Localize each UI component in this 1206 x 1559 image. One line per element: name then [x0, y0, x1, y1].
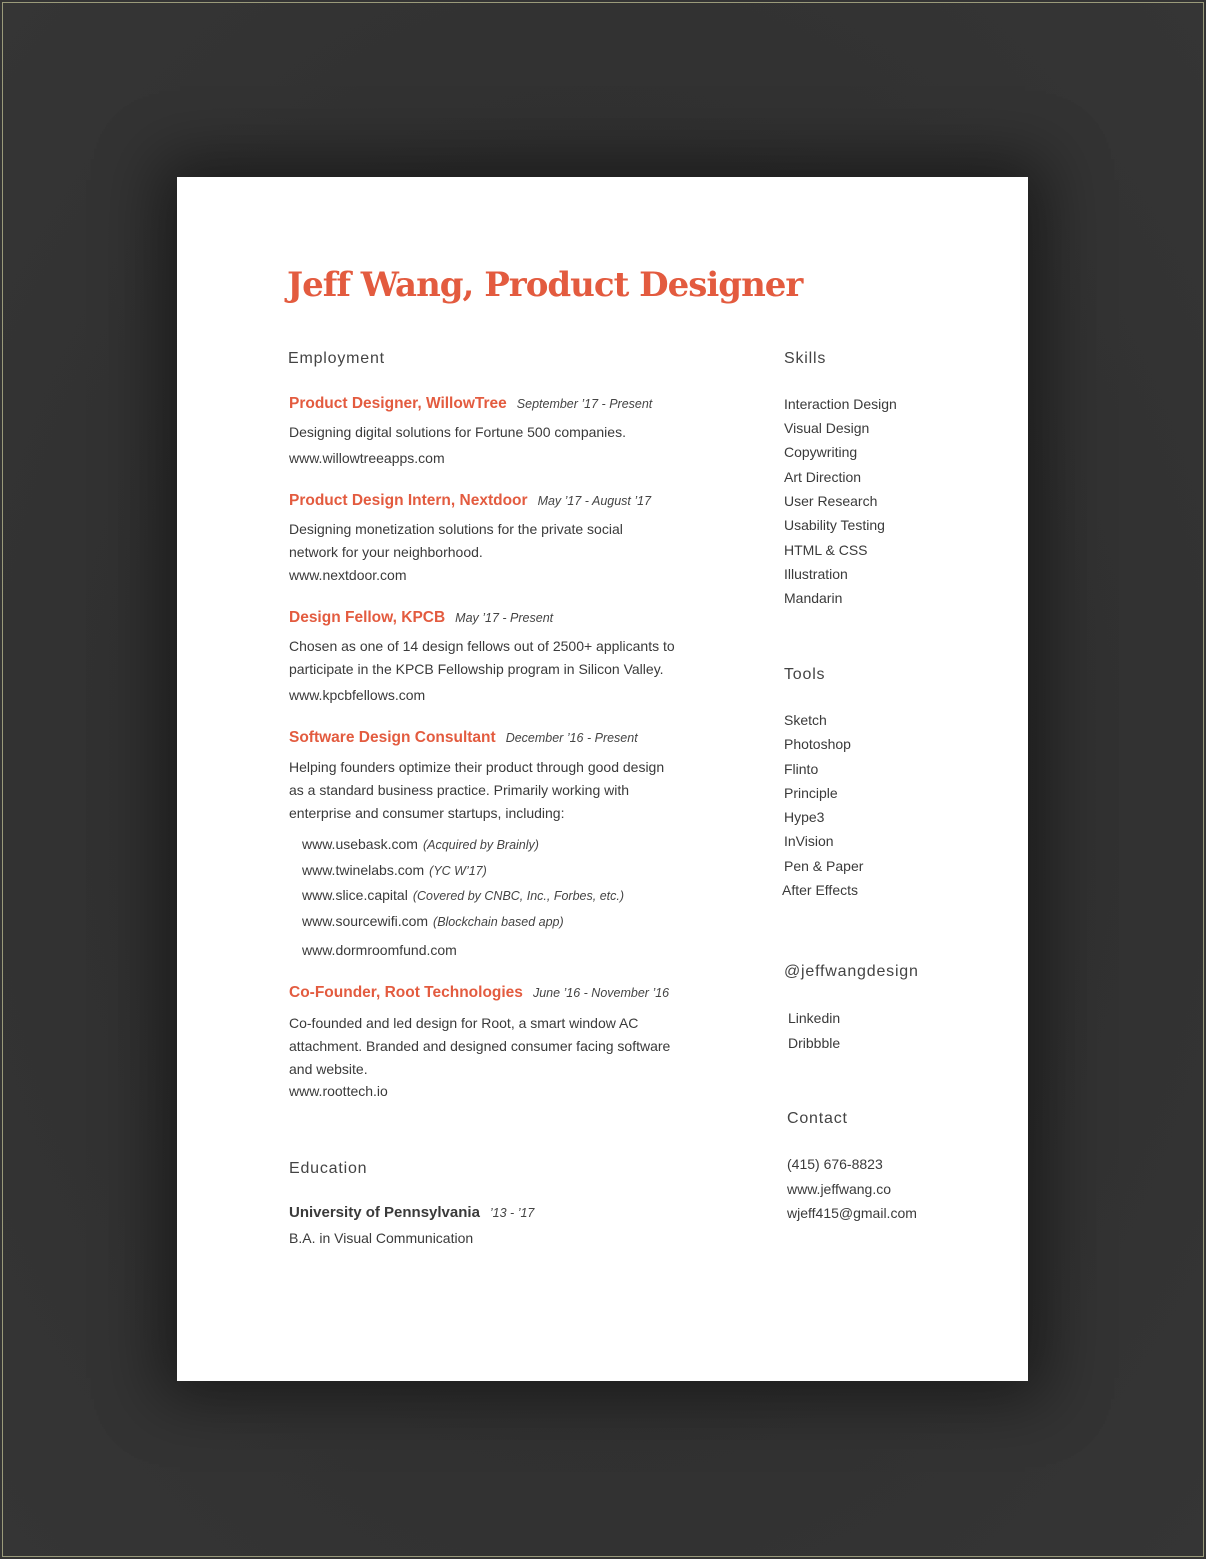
education-header: University of Pennsylvania ’13 - ’17	[289, 1204, 534, 1222]
client-note: (YC W’17)	[429, 864, 487, 878]
job-url[interactable]: www.roottech.io	[289, 1083, 388, 1099]
resume-page: Jeff Wang, Product Designer Employment P…	[177, 177, 1028, 1381]
job-description-line: attachment. Branded and designed consume…	[289, 1038, 671, 1054]
degree: B.A. in Visual Communication	[289, 1230, 474, 1246]
client-link-row: www.dormroomfund.com	[302, 942, 457, 960]
tool-item: Pen & Paper	[784, 858, 864, 874]
job-description-line: Helping founders optimize their product …	[289, 759, 665, 775]
job-description: Designing digital solutions for Fortune …	[289, 424, 626, 440]
job-description-line: Designing monetization solutions for the…	[289, 521, 623, 537]
skill-item: Usability Testing	[784, 517, 885, 533]
contact-phone[interactable]: (415) 676-8823	[787, 1156, 883, 1172]
tool-item: Hype3	[784, 809, 825, 825]
client-note: (Blockchain based app)	[433, 915, 564, 929]
job-title: Product Designer, WillowTree	[289, 395, 507, 412]
skill-item: User Research	[784, 493, 878, 509]
skill-item: Illustration	[784, 566, 848, 582]
job-header: Co-Founder, Root Technologies June ’16 - …	[289, 984, 669, 1002]
job-header: Software Design Consultant December ’16 -…	[289, 729, 638, 747]
client-link-row: www.twinelabs.com (YC W’17)	[302, 862, 487, 880]
job-description-line: and website.	[289, 1061, 368, 1077]
contact-email[interactable]: wjeff415@gmail.com	[787, 1205, 917, 1221]
skills-heading: Skills	[784, 350, 827, 367]
social-heading: @jeffwangdesign	[784, 963, 919, 980]
skill-item: Interaction Design	[784, 396, 897, 412]
job-url[interactable]: www.kpcbfellows.com	[289, 687, 425, 703]
client-url[interactable]: www.sourcewifi.com	[302, 913, 428, 929]
page-title: Jeff Wang, Product Designer	[287, 265, 803, 305]
job-title: Product Design Intern, Nextdoor	[289, 492, 528, 509]
contact-heading: Contact	[787, 1110, 848, 1127]
job-url[interactable]: www.willowtreeapps.com	[289, 450, 445, 466]
job-description-line: participate in the KPCB Fellowship progr…	[289, 661, 664, 677]
tool-item: Sketch	[784, 712, 827, 728]
skill-item: Visual Design	[784, 420, 870, 436]
job-title: Design Fellow, KPCB	[289, 609, 446, 626]
client-url[interactable]: www.slice.capital	[302, 887, 408, 903]
job-date: June ’16 - November ’16	[532, 986, 670, 1000]
client-link-row: www.sourcewifi.com (Blockchain based app)	[302, 913, 564, 931]
client-url[interactable]: www.twinelabs.com	[302, 862, 424, 878]
education-heading: Education	[289, 1160, 368, 1177]
job-date: May ’17 - August ’17	[537, 494, 652, 508]
job-description-line: enterprise and consumer startups, includ…	[289, 805, 565, 821]
job-date: May ’17 - Present	[455, 611, 554, 625]
school-name: University of Pennsylvania	[289, 1204, 480, 1221]
job-description-line: Chosen as one of 14 design fellows out o…	[289, 638, 675, 654]
job-description-line: Co-founded and led design for Root, a sm…	[289, 1015, 639, 1031]
job-header: Product Designer, WillowTree September ’1…	[289, 395, 652, 413]
skill-item: Copywriting	[784, 444, 858, 460]
tool-item: Photoshop	[784, 736, 851, 752]
tool-item: After Effects	[782, 882, 858, 898]
job-description-line: network for your neighborhood.	[289, 544, 483, 560]
skill-item: Mandarin	[784, 590, 843, 606]
tool-item: InVision	[784, 833, 834, 849]
social-link-dribbble[interactable]: Dribbble	[788, 1035, 840, 1051]
skill-item: HTML & CSS	[784, 542, 868, 558]
client-url[interactable]: www.usebask.com	[302, 836, 418, 852]
tool-item: Flinto	[784, 761, 819, 777]
social-link-linkedin[interactable]: Linkedin	[788, 1010, 840, 1026]
client-url[interactable]: www.dormroomfund.com	[302, 942, 457, 958]
job-date: September ’17 - Present	[516, 397, 653, 411]
client-link-row: www.slice.capital (Covered by CNBC, Inc.,…	[302, 887, 624, 905]
job-date: December ’16 - Present	[505, 731, 638, 745]
job-title: Software Design Consultant	[289, 729, 496, 746]
school-years: ’13 - ’17	[489, 1206, 535, 1220]
tools-heading: Tools	[784, 666, 826, 683]
job-description-line: as a standard business practice. Primari…	[289, 782, 630, 798]
job-header: Design Fellow, KPCB May ’17 - Present	[289, 609, 553, 627]
skill-item: Art Direction	[784, 469, 862, 485]
employment-heading: Employment	[288, 350, 385, 367]
contact-website[interactable]: www.jeffwang.co	[787, 1181, 891, 1197]
client-link-row: www.usebask.com (Acquired by Brainly)	[302, 836, 539, 854]
job-url[interactable]: www.nextdoor.com	[289, 567, 407, 583]
job-title: Co-Founder, Root Technologies	[289, 984, 523, 1001]
tool-item: Principle	[784, 785, 838, 801]
client-note: (Covered by CNBC, Inc., Forbes, etc.)	[412, 889, 625, 903]
job-header: Product Design Intern, Nextdoor May ’17 -…	[289, 492, 651, 510]
client-note: (Acquired by Brainly)	[422, 838, 539, 852]
